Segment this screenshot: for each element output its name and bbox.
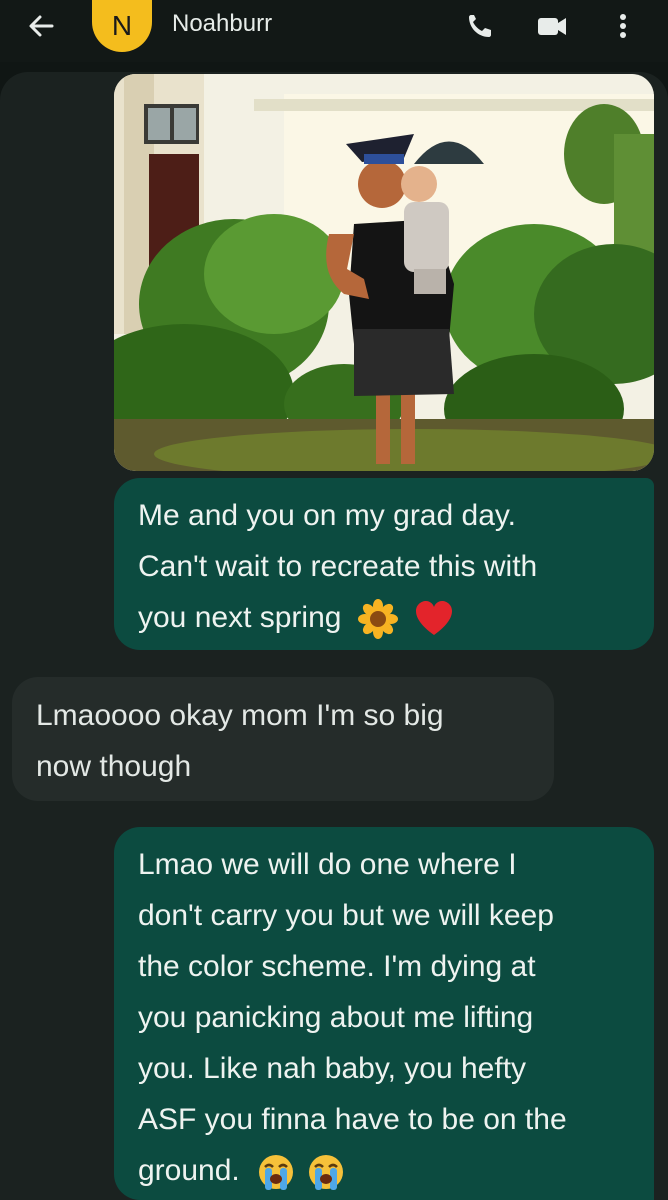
loudly-crying-face-icon xyxy=(309,1155,344,1191)
conversation-header: N Noahburr xyxy=(0,0,668,62)
message-text: you next spring xyxy=(138,592,630,643)
message-text: don't carry you but we will keep xyxy=(138,899,554,932)
video-camera-icon xyxy=(538,18,566,35)
video-call-button[interactable] xyxy=(534,8,572,44)
sunflower-icon xyxy=(357,599,398,640)
message-text: you panicking about me lifting xyxy=(138,1001,534,1034)
message-text: ground. xyxy=(138,1145,630,1196)
message-text-fragment: ground. xyxy=(138,1154,240,1187)
call-button[interactable] xyxy=(462,8,500,44)
message-bubble-outgoing[interactable]: Me and you on my grad day. Can't wait to… xyxy=(114,478,654,650)
message-bubble-incoming[interactable]: Lmaoooo okay mom I'm so big now though xyxy=(12,677,554,801)
phone-icon xyxy=(469,15,491,37)
avatar[interactable]: N xyxy=(92,0,152,52)
arrow-left-icon xyxy=(29,15,54,37)
message-text-fragment: you next spring xyxy=(138,601,342,634)
message-text: the color scheme. I'm dying at xyxy=(138,950,536,983)
contact-name[interactable]: Noahburr xyxy=(172,8,272,40)
message-text: ASF you finna have to be on the xyxy=(138,1103,567,1136)
more-vertical-icon xyxy=(620,14,626,38)
message-text: Lmao we will do one where I xyxy=(138,848,517,881)
red-heart-icon xyxy=(416,601,453,636)
message-text: you. Like nah baby, you hefty xyxy=(138,1052,527,1085)
message-text: Lmaoooo okay mom I'm so big xyxy=(36,699,444,732)
messages-screen: N Noahburr Me and you on my grad day. Ca… xyxy=(0,0,668,1200)
photo-attachment[interactable] xyxy=(114,74,654,471)
more-options-button[interactable] xyxy=(608,8,638,44)
message-bubble-outgoing[interactable]: Lmao we will do one where I don't carry … xyxy=(114,827,654,1200)
message-text: now though xyxy=(36,750,192,783)
loudly-crying-face-icon xyxy=(259,1155,294,1191)
back-button[interactable] xyxy=(22,8,66,44)
graduation-photo xyxy=(114,74,654,471)
message-text: Me and you on my grad day. xyxy=(138,499,516,532)
message-text: Can't wait to recreate this with xyxy=(138,550,538,583)
